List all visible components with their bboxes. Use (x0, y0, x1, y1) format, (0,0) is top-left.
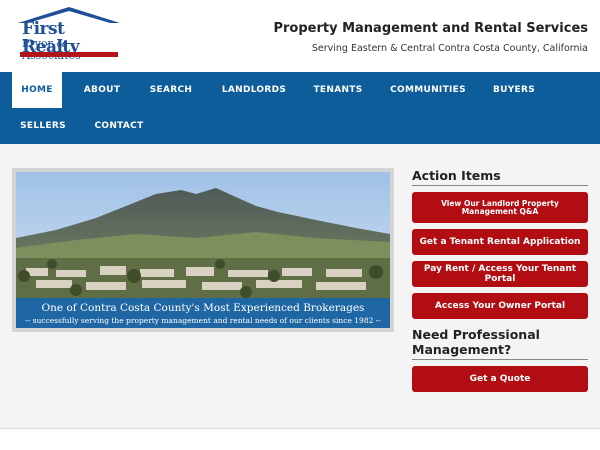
site-tagline-title: Property Management and Rental Services (273, 21, 588, 36)
hero-caption: One of Contra Costa County's Most Experi… (16, 298, 390, 328)
logo-underline (20, 52, 118, 57)
landlord-qa-button[interactable]: View Our Landlord Property Management Q&… (412, 192, 588, 223)
owner-portal-button[interactable]: Access Your Owner Portal (412, 293, 588, 319)
hero-banner: One of Contra Costa County's Most Experi… (12, 168, 394, 332)
site-tagline-subtitle: Serving Eastern & Central Contra Costa C… (311, 43, 588, 54)
main-navigation: HOME ABOUT SEARCH LANDLORDS TENANTS COMM… (0, 72, 600, 144)
get-quote-button[interactable]: Get a Quote (412, 366, 588, 392)
hero-caption-title: One of Contra Costa County's Most Experi… (41, 302, 365, 314)
nav-contact[interactable]: CONTACT (86, 108, 152, 144)
nav-home[interactable]: HOME (12, 72, 62, 108)
nav-landlords[interactable]: LANDLORDS (214, 72, 294, 108)
professional-management-heading: Need Professional Management? (412, 327, 588, 360)
hero-image: One of Contra Costa County's Most Experi… (16, 172, 390, 328)
main-content: One of Contra Costa County's Most Experi… (0, 144, 600, 428)
nav-tenants[interactable]: TENANTS (304, 72, 372, 108)
hero-caption-subtitle: -- successfully serving the property man… (25, 316, 381, 325)
nav-about[interactable]: ABOUT (74, 72, 130, 108)
nav-communities[interactable]: COMMUNITIES (384, 72, 472, 108)
logo-line-2: Pryor & Associates (22, 37, 81, 62)
site-header: First Realty Pryor & Associates Property… (0, 0, 600, 72)
site-footer (0, 429, 600, 450)
rental-application-button[interactable]: Get a Tenant Rental Application (412, 229, 588, 255)
nav-search[interactable]: SEARCH (142, 72, 200, 108)
tenant-portal-button[interactable]: Pay Rent / Access Your Tenant Portal (412, 261, 588, 287)
nav-buyers[interactable]: BUYERS (484, 72, 544, 108)
nav-sellers[interactable]: SELLERS (12, 108, 74, 144)
action-items-heading: Action Items (412, 168, 588, 186)
company-logo[interactable]: First Realty Pryor & Associates (14, 6, 124, 62)
